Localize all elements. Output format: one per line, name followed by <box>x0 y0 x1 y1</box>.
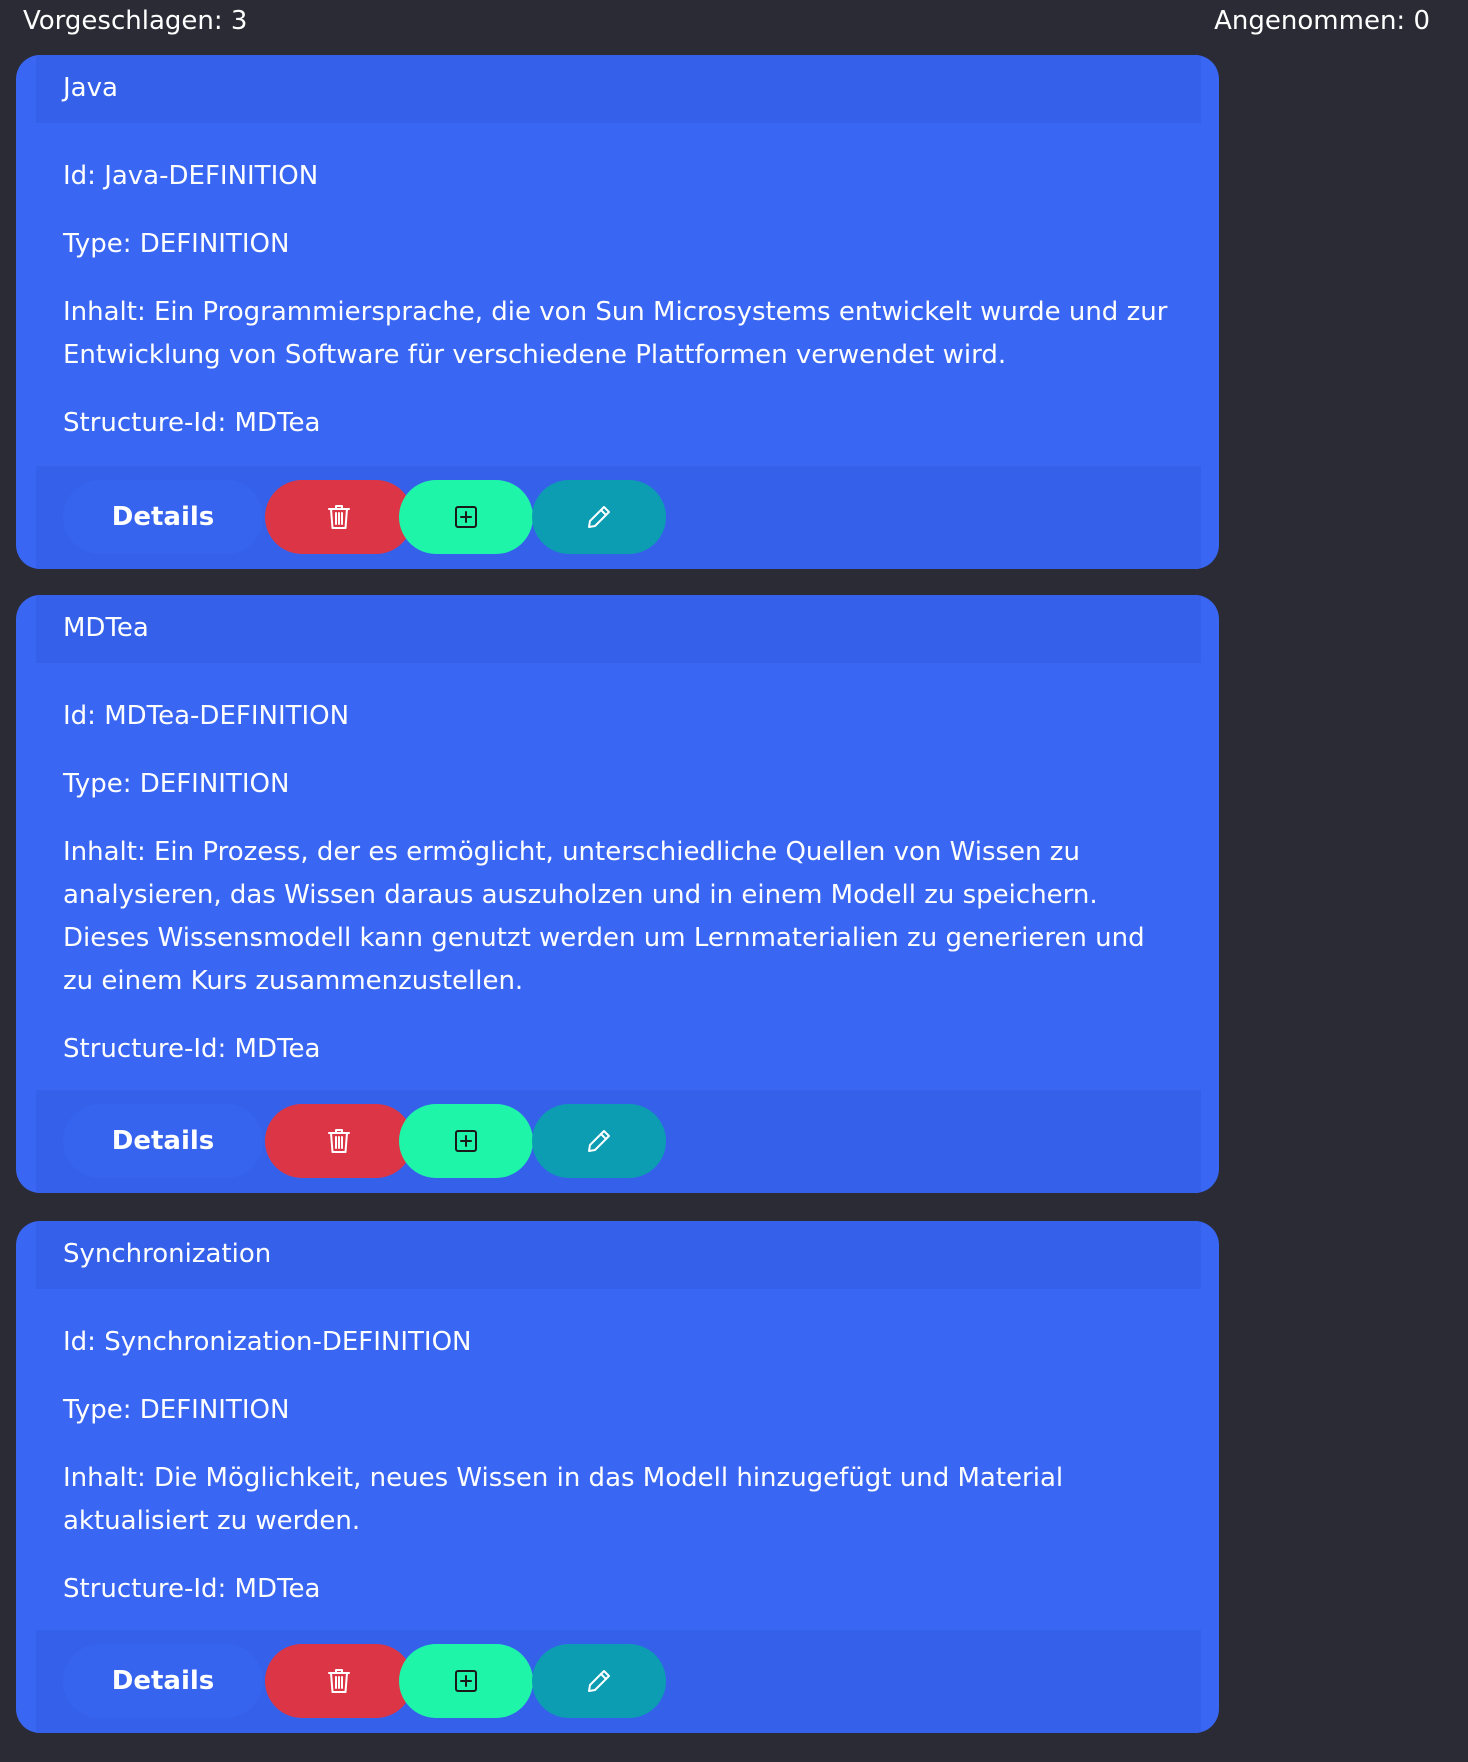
card-title: MDTea <box>63 613 149 643</box>
card-actions: Details <box>36 1090 1201 1193</box>
proposal-card: MDTea Id: MDTea-DEFINITION Type: DEFINIT… <box>16 595 1219 1193</box>
add-button[interactable] <box>399 1104 533 1178</box>
delete-button[interactable] <box>265 1104 413 1178</box>
card-type: Type: DEFINITION <box>63 769 290 799</box>
pencil-icon <box>586 1668 612 1694</box>
pencil-icon <box>586 504 612 530</box>
card-actions: Details <box>36 466 1201 569</box>
card-content: Inhalt: Ein Prozess, der es ermöglicht, … <box>63 837 1145 996</box>
card-body: Id: Synchronization-DEFINITION Type: DEF… <box>63 1321 1183 1636</box>
card-id: Id: Java-DEFINITION <box>63 161 319 191</box>
delete-button[interactable] <box>265 1644 413 1718</box>
card-actions: Details <box>36 1630 1201 1733</box>
card-body: Id: Java-DEFINITION Type: DEFINITION Inh… <box>63 155 1183 470</box>
add-button[interactable] <box>399 1644 533 1718</box>
card-structure-id: Structure-Id: MDTea <box>63 1574 321 1604</box>
trash-icon <box>328 1668 350 1694</box>
suggested-count: Vorgeschlagen: 3 <box>23 6 248 36</box>
accepted-count: Angenommen: 0 <box>1214 6 1430 36</box>
add-button[interactable] <box>399 480 533 554</box>
details-button[interactable]: Details <box>63 1644 263 1718</box>
trash-icon <box>328 504 350 530</box>
trash-icon <box>328 1128 350 1154</box>
card-content: Inhalt: Die Möglichkeit, neues Wissen in… <box>63 1463 1064 1536</box>
proposal-counts: Vorgeschlagen: 3 Angenommen: 0 <box>0 0 1468 44</box>
card-title: Java <box>63 73 118 103</box>
card-structure-id: Structure-Id: MDTea <box>63 408 321 438</box>
card-header: MDTea <box>36 595 1201 663</box>
card-id: Id: MDTea-DEFINITION <box>63 701 350 731</box>
card-type: Type: DEFINITION <box>63 1395 290 1425</box>
plus-square-icon <box>454 505 478 529</box>
proposal-card: Java Id: Java-DEFINITION Type: DEFINITIO… <box>16 55 1219 569</box>
details-button[interactable]: Details <box>63 1104 263 1178</box>
pencil-icon <box>586 1128 612 1154</box>
card-body: Id: MDTea-DEFINITION Type: DEFINITION In… <box>63 695 1183 1096</box>
plus-square-icon <box>454 1669 478 1693</box>
card-content: Inhalt: Ein Programmiersprache, die von … <box>63 297 1168 370</box>
card-header: Synchronization <box>36 1221 1201 1289</box>
edit-button[interactable] <box>532 1104 666 1178</box>
edit-button[interactable] <box>532 1644 666 1718</box>
details-button[interactable]: Details <box>63 480 263 554</box>
card-id: Id: Synchronization-DEFINITION <box>63 1327 472 1357</box>
edit-button[interactable] <box>532 480 666 554</box>
proposal-card: Synchronization Id: Synchronization-DEFI… <box>16 1221 1219 1733</box>
delete-button[interactable] <box>265 480 413 554</box>
card-header: Java <box>36 55 1201 123</box>
card-title: Synchronization <box>63 1239 272 1269</box>
card-structure-id: Structure-Id: MDTea <box>63 1034 321 1064</box>
plus-square-icon <box>454 1129 478 1153</box>
card-type: Type: DEFINITION <box>63 229 290 259</box>
